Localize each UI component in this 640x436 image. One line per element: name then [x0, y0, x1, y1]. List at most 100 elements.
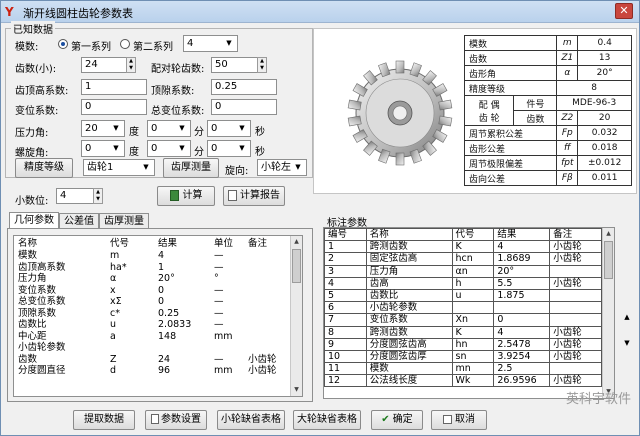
table-row[interactable]: 齿数 Z 24 — 小齿轮 [14, 354, 292, 366]
note-cell: Xn [451, 313, 495, 327]
title-bar[interactable]: Y 渐开线圆柱齿轮参数表 ✕ [1, 1, 639, 23]
shift-coef-input[interactable]: 0 [81, 99, 147, 115]
teeth-small-spinner[interactable]: ▲ ▼ [126, 57, 136, 73]
addendum-coef-label: 齿顶高系数: [15, 86, 69, 97]
note-cell: 小齿轮 [549, 276, 602, 290]
geometry-cell: — [214, 296, 224, 308]
table-row[interactable]: 压力角 α 20° ° [14, 273, 292, 285]
param-settings-button[interactable]: 参数设置 [145, 410, 207, 430]
table-row[interactable]: 分度圆直径 d 96 mm 小齿轮 [14, 365, 292, 377]
geometry-cell: m [110, 250, 120, 262]
calculate-button[interactable]: 计算 [157, 186, 215, 206]
table-row[interactable]: 模数 m 4 — [14, 250, 292, 262]
table-row[interactable]: 12 公法线长度 Wk 26.9596 小齿轮 [324, 374, 602, 388]
spec-value: ±0.012 [577, 155, 632, 171]
geometry-cell: Z [110, 353, 117, 365]
spec-row: 配 偶 齿 轮件号 MDE-96-3 [463, 95, 632, 126]
calc-report-button[interactable]: 计算报告 [223, 186, 285, 206]
pressure-deg-select[interactable]: 20 ▼ [81, 120, 125, 137]
close-button[interactable]: ✕ [615, 3, 633, 19]
table-row[interactable]: 中心距 a 148 mm [14, 331, 292, 343]
pressure-sec-select[interactable]: 0 ▼ [207, 120, 251, 137]
tab-thickness[interactable]: 齿厚测量 [99, 213, 149, 229]
mating-teeth-spinner[interactable]: ▲ ▼ [257, 57, 267, 73]
series1-radio[interactable] [58, 39, 68, 49]
scroll-thumb[interactable] [604, 241, 613, 279]
note-cell: 10 [324, 349, 367, 364]
scroll-up-arrow[interactable]: ▲ [621, 313, 633, 323]
geometry-scrollbar[interactable]: ▲ ▼ [290, 236, 302, 396]
spec-value: MDE-96-3 [556, 95, 632, 111]
spec-symbol: fpt [556, 155, 579, 171]
helix-sec-select[interactable]: 0 ▼ [207, 140, 251, 157]
note-cell: 公法线长度 [365, 374, 453, 388]
table-row[interactable]: 4 齿高 h 5.5 小齿轮 [324, 276, 602, 290]
clearance-coef-input[interactable]: 0.25 [211, 79, 277, 95]
ok-button[interactable]: ✔ 确定 [371, 410, 423, 430]
tooth-thickness-button[interactable]: 齿厚测量 [163, 158, 219, 178]
geometry-grid[interactable]: 名称 代号 结果 单位 备注 模数 m 4 — 齿顶高系数 ha* 1 — 压力角 α 20° ° 变位系数 x 0… [13, 235, 303, 397]
chevron-down-icon: ▼ [239, 144, 245, 152]
scroll-thumb[interactable] [292, 249, 301, 283]
table-row[interactable]: 8 跨测齿数 K 4 小齿轮 [324, 325, 602, 339]
note-cell: 小齿轮参数 [365, 301, 453, 315]
table-row[interactable]: 11 模数 mn 2.5 [324, 362, 602, 376]
decimals-spinner[interactable]: ▲ ▼ [93, 188, 103, 204]
note-column-header: 结果 [493, 228, 551, 242]
tab-tolerance[interactable]: 公差值 [59, 213, 99, 229]
big-gear-default-table-button[interactable]: 大轮缺省表格 [293, 410, 361, 430]
geometry-cell: — [214, 261, 224, 273]
note-scrollbar[interactable]: ▲ ▼ [602, 228, 614, 398]
mating-teeth-label: 配对轮齿数: [151, 64, 205, 75]
table-row[interactable]: 变位系数 x 0 — [14, 285, 292, 297]
spec-value: 0.018 [577, 140, 632, 156]
scroll-down-icon[interactable]: ▼ [291, 384, 302, 395]
watermark-text: 英科宇软件 [565, 392, 631, 407]
pressure-min-unit: 分 [194, 127, 204, 138]
table-row[interactable]: 总变位系数 xΣ 0 — [14, 296, 292, 308]
table-row[interactable]: 1 跨测齿数 K 4 小齿轮 [324, 240, 602, 254]
scroll-down-arrow[interactable]: ▼ [621, 339, 633, 349]
scroll-up-icon[interactable]: ▲ [603, 228, 614, 239]
table-row[interactable]: 10 分度圆弦齿厚 sn 3.9254 小齿轮 [324, 349, 602, 364]
rotation-select[interactable]: 小轮左 ▼ [257, 159, 307, 176]
precision-grade-button[interactable]: 精度等级 [15, 158, 73, 178]
table-row[interactable]: 齿顶高系数 ha* 1 — [14, 262, 292, 274]
addendum-coef-input[interactable]: 1 [81, 79, 147, 95]
note-cell: 分度圆弦齿高 [365, 337, 453, 351]
geometry-cell [244, 331, 292, 343]
geometry-cell: 0 [158, 284, 165, 296]
table-row[interactable]: 9 分度圆弦齿高 hn 2.5478 小齿轮 [324, 337, 602, 351]
module-select[interactable]: 4 ▼ [183, 35, 238, 52]
note-cell: 跨测齿数 [365, 325, 453, 339]
series2-radio[interactable] [120, 39, 130, 49]
total-shift-input[interactable]: 0 [211, 99, 277, 115]
gear-tooth [438, 115, 453, 127]
tab-geometry[interactable]: 几何参数 [9, 212, 59, 229]
table-row[interactable]: 小齿轮参数 [14, 342, 292, 354]
table-row[interactable]: 2 固定弦齿高 hcn 1.8689 小齿轮 [324, 252, 602, 266]
table-row[interactable]: 7 变位系数 Xn 0 [324, 313, 602, 327]
spec-row: 齿数 Z1 13 [463, 50, 632, 66]
cancel-button[interactable]: 取消 [431, 410, 487, 430]
fetch-data-button[interactable]: 提取数据 [73, 410, 135, 430]
small-gear-default-table-button[interactable]: 小轮缺省表格 [217, 410, 285, 430]
scroll-up-icon[interactable]: ▲ [291, 236, 302, 247]
note-cell: 4 [493, 240, 551, 254]
helix-min-select[interactable]: 0 ▼ [147, 140, 191, 157]
table-row[interactable]: 3 压力角 αn 20° [324, 264, 602, 278]
note-cell: 跨测齿数 [365, 240, 453, 254]
geometry-cell: 24 [158, 353, 171, 365]
precision-select[interactable]: 齿轮1 ▼ [83, 159, 155, 176]
table-row[interactable]: 齿数比 u 2.0833 — [14, 319, 292, 331]
gear-tooth [438, 99, 453, 111]
table-row[interactable]: 顶隙系数 c* 0.25 — [14, 308, 292, 320]
note-grid[interactable]: 编号 名称 代号 结果 备注 1 跨测齿数 K 4 小齿轮 2 固定弦齿高 hcn 1.8689 小齿轮 3… [323, 227, 615, 399]
spec-row: 精度等级 8 [463, 80, 632, 96]
pressure-min-select[interactable]: 0 ▼ [147, 120, 191, 137]
helix-deg-select[interactable]: 0 ▼ [81, 140, 125, 157]
module-value: 4 [187, 38, 194, 49]
table-row[interactable]: 5 齿数比 u 1.875 [324, 288, 602, 303]
geometry-cell: 0.25 [158, 307, 180, 319]
table-row[interactable]: 6 小齿轮参数 [324, 301, 602, 315]
